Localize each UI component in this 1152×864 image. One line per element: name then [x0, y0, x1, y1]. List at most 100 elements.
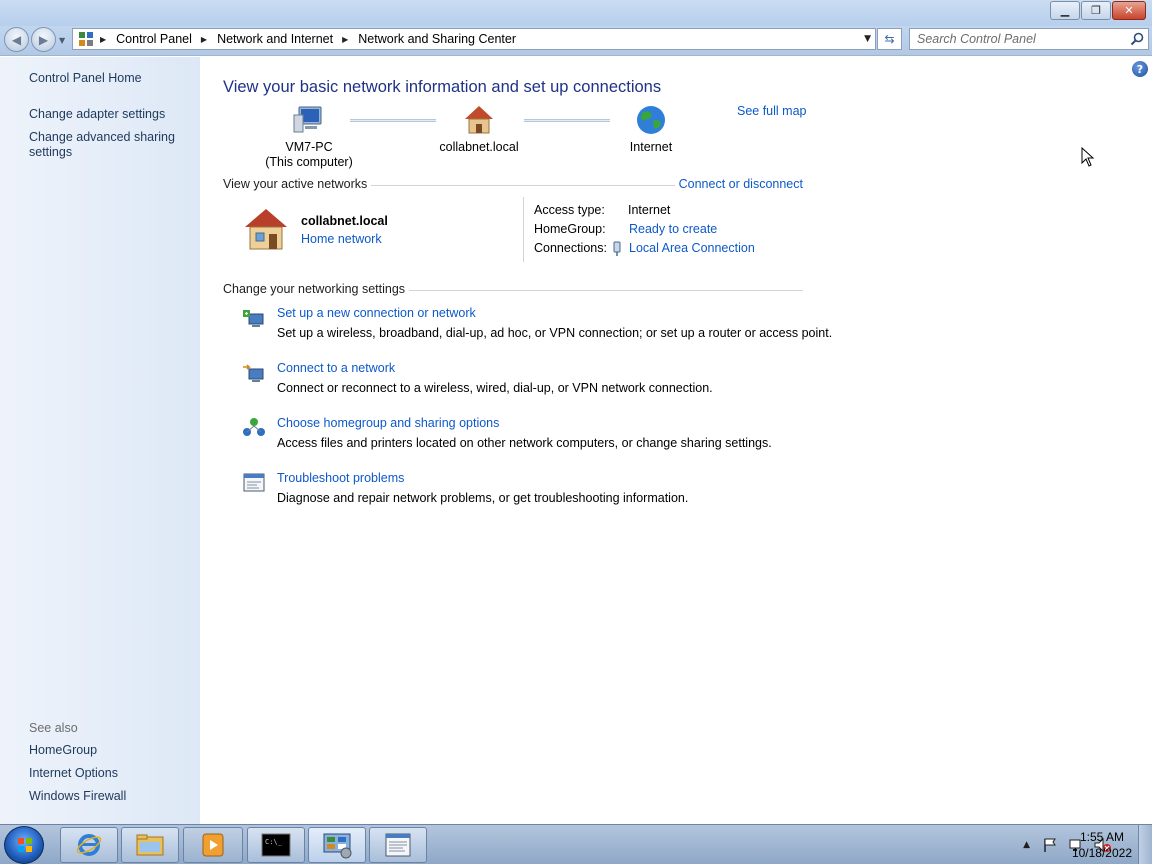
troubleshoot-description: Diagnose and repair network problems, or… [277, 491, 689, 505]
homegroup-sharing-link[interactable]: Choose homegroup and sharing options [277, 416, 499, 430]
change-adapter-settings-link[interactable]: Change adapter settings [29, 107, 165, 122]
windows-explorer-icon [136, 834, 164, 856]
active-networks-section: View your active networks Connect or dis… [223, 177, 803, 193]
breadcrumb-network-and-internet[interactable]: Network and Internet ▶ [217, 32, 358, 46]
minimize-button[interactable]: ▁ [1050, 1, 1080, 20]
troubleshoot-icon [243, 473, 265, 492]
active-network-name: collabnet.local [301, 214, 388, 228]
show-desktop-button[interactable] [1138, 825, 1152, 864]
refresh-icon: ⇆ [884, 32, 895, 46]
taskbar-document-viewer[interactable] [369, 827, 427, 863]
map-connection-line [350, 119, 436, 122]
setup-connection-link[interactable]: Set up a new connection or network [277, 306, 476, 320]
refresh-button[interactable]: ⇆ [877, 28, 902, 50]
connect-network-icon [243, 364, 264, 382]
address-row: ◀ ▶ ▼ ▶ Control Panel ▶ Network and Inter… [0, 26, 1152, 56]
new-connection-icon [243, 310, 264, 327]
networking-settings-heading: Change your networking settings [223, 282, 410, 296]
homegroup-link[interactable]: HomeGroup [29, 743, 97, 758]
search-input[interactable] [917, 32, 1127, 46]
chevron-right-icon: ▶ [342, 34, 349, 44]
map-computer[interactable]: VM7-PC (This computer) [264, 104, 354, 170]
document-viewer-icon [385, 833, 411, 857]
homegroup-sharing-description: Access files and printers located on oth… [277, 436, 772, 450]
command-prompt-icon: C:\_ [261, 833, 291, 857]
taskbar-internet-explorer[interactable] [60, 827, 118, 863]
local-area-connection-link[interactable]: Local Area Connection [629, 241, 755, 255]
network-type-link[interactable]: Home network [301, 232, 382, 246]
setup-connection-description: Set up a wireless, broadband, dial-up, a… [277, 326, 833, 340]
windows-logo-icon [18, 838, 32, 852]
internet-explorer-icon [76, 834, 102, 856]
see-also-heading: See also [29, 721, 78, 735]
map-internet[interactable]: Internet [606, 104, 696, 155]
system-clock[interactable]: 1:55 AM 10/18/2022 [1072, 829, 1132, 861]
vertical-divider [523, 197, 524, 262]
page-title: View your basic network information and … [223, 78, 662, 96]
access-type-value: Internet [628, 203, 671, 217]
map-network[interactable]: collabnet.local [434, 104, 524, 155]
help-icon: ? [1136, 62, 1144, 76]
chevron-right-icon: ▶ [100, 34, 107, 44]
help-button[interactable]: ? [1132, 61, 1148, 77]
navigation-pane: Control Panel Home Change adapter settin… [0, 57, 200, 824]
windows-firewall-link[interactable]: Windows Firewall [29, 789, 126, 804]
clock-date: 10/18/2022 [1071, 846, 1132, 860]
search-box[interactable] [909, 28, 1149, 50]
taskbar-control-panel[interactable] [308, 827, 366, 863]
computer-icon [293, 106, 322, 133]
breadcrumb-label: Network and Sharing Center [358, 32, 516, 46]
clock-time: 1:55 AM [1079, 830, 1124, 844]
taskbar-media-player[interactable] [183, 827, 243, 863]
control-panel-home-link[interactable]: Control Panel Home [29, 71, 142, 86]
address-bar[interactable]: ▶ Control Panel ▶ Network and Internet ▶ N… [72, 28, 876, 50]
taskbar-windows-explorer[interactable] [121, 827, 179, 863]
minimize-icon: ▁ [1060, 4, 1070, 17]
connect-to-network-description: Connect or reconnect to a wireless, wire… [277, 381, 713, 395]
maximize-button[interactable]: ❐ [1081, 1, 1111, 20]
ethernet-icon [613, 241, 621, 256]
taskbar-command-prompt[interactable]: C:\_ [247, 827, 305, 863]
control-panel-icon [78, 31, 94, 47]
change-advanced-sharing-link[interactable]: Change advanced sharing settings [29, 130, 179, 160]
forward-arrow-icon: ▶ [38, 32, 49, 47]
breadcrumb-network-sharing-center[interactable]: Network and Sharing Center [358, 32, 516, 46]
media-player-icon [202, 833, 224, 857]
connections-label: Connections: [534, 241, 607, 255]
breadcrumb-separator[interactable]: ▶ [94, 35, 116, 44]
troubleshoot-link[interactable]: Troubleshoot problems [277, 471, 404, 485]
internet-map-label: Internet [629, 140, 673, 154]
internet-options-link[interactable]: Internet Options [29, 766, 118, 781]
address-dropdown-button[interactable]: ▼ [864, 34, 871, 44]
recent-pages-dropdown[interactable]: ▼ [59, 36, 65, 45]
see-full-map-link[interactable]: See full map [737, 104, 806, 118]
network-map-label: collabnet.local [439, 140, 519, 154]
restore-icon: ❐ [1091, 4, 1101, 17]
connect-or-disconnect-link[interactable]: Connect or disconnect [674, 177, 803, 191]
taskbar: C:\_ ▲ 1:55 AM 10/18/2022 [0, 824, 1152, 864]
networking-settings-section: Change your networking settings [223, 282, 803, 298]
back-arrow-icon: ◀ [11, 32, 22, 47]
search-icon[interactable] [1130, 32, 1144, 46]
breadcrumb-control-panel[interactable]: Control Panel ▶ [116, 32, 217, 46]
back-button[interactable]: ◀ [4, 27, 29, 52]
homegroup-sharing-icon [243, 418, 265, 436]
home-network-icon [245, 209, 287, 250]
homegroup-ready-link[interactable]: Ready to create [629, 222, 717, 236]
start-button[interactable] [4, 826, 44, 864]
access-type-label: Access type: [534, 203, 605, 217]
connect-to-network-link[interactable]: Connect to a network [277, 361, 395, 375]
main-content: ? View your basic network information an… [200, 57, 1152, 824]
forward-button[interactable]: ▶ [31, 27, 56, 52]
action-center-flag-icon[interactable] [1042, 837, 1058, 853]
close-icon: ✕ [1124, 4, 1134, 17]
chevron-right-icon: ▶ [200, 34, 208, 44]
show-hidden-icons-button[interactable]: ▲ [1023, 840, 1030, 850]
globe-icon [637, 106, 665, 134]
mouse-cursor-icon [1081, 147, 1095, 167]
svg-text:C:\_: C:\_ [265, 838, 283, 846]
computer-subtitle: (This computer) [265, 155, 353, 169]
computer-name: VM7-PC [285, 140, 333, 154]
close-button[interactable]: ✕ [1112, 1, 1146, 20]
window-controls: ▁ ❐ ✕ [1049, 1, 1146, 20]
